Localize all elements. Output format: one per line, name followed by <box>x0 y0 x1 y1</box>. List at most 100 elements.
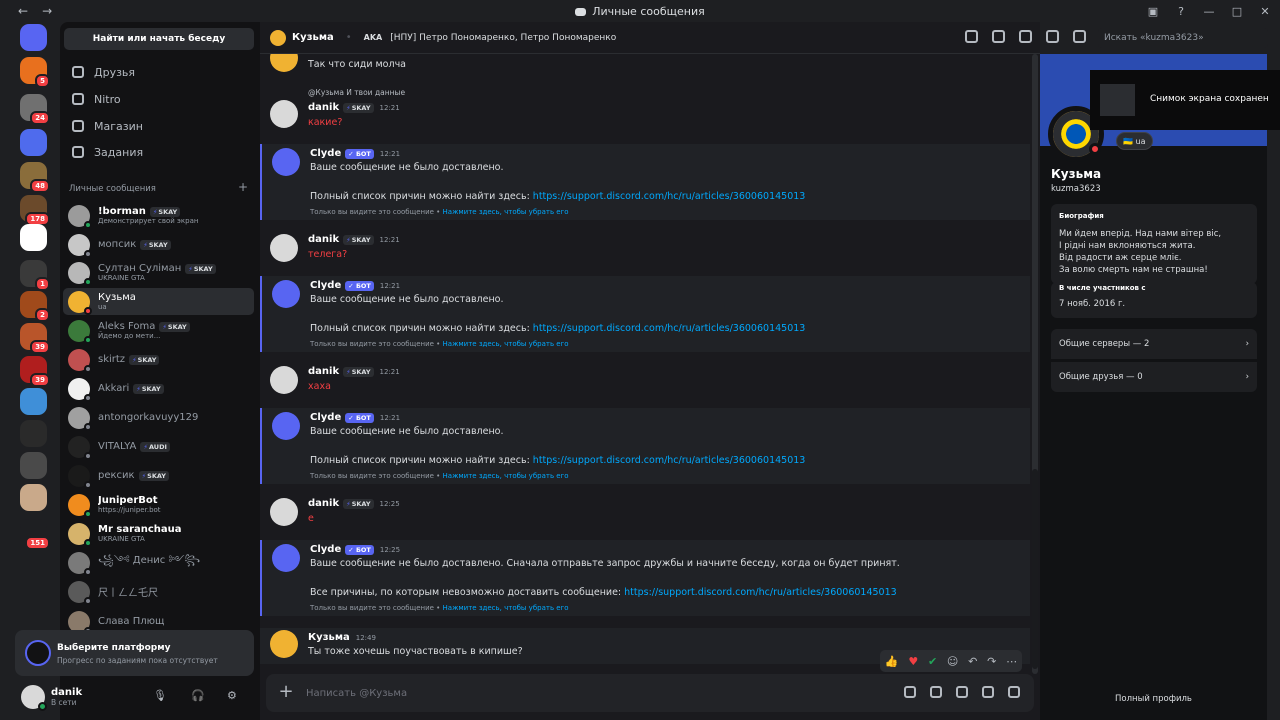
settings-gear-icon[interactable]: ⚙ <box>227 689 237 702</box>
apps-icon[interactable] <box>1008 686 1020 698</box>
dm-item[interactable]: AkkariSKAY <box>63 375 254 402</box>
microphone-icon[interactable]: 🎙 <box>153 689 167 702</box>
dm-item[interactable]: Кузьма ua <box>63 288 254 315</box>
nav-nitro[interactable]: Nitro <box>68 87 254 111</box>
dm-item[interactable]: VITALYAAUDI <box>63 433 254 460</box>
dismiss-link[interactable]: Нажмите здесь, чтобы убрать его <box>443 604 569 612</box>
forward-arrow-icon[interactable]: → <box>42 4 52 18</box>
avatar[interactable] <box>270 498 298 526</box>
message-author[interactable]: Clyde <box>310 148 341 159</box>
message-author[interactable]: Clyde <box>310 544 341 555</box>
dismiss-link[interactable]: Нажмите здесь, чтобы убрать его <box>443 340 569 348</box>
dm-item[interactable]: skirtzSKAY <box>63 346 254 373</box>
dm-item[interactable]: Aleks FomaSKAYЙдемо до мети... <box>63 317 254 344</box>
add-reaction-icon[interactable]: ☺ <box>947 655 958 668</box>
find-conversation-button[interactable]: Найти или начать беседу <box>64 28 254 50</box>
server-icon[interactable]: 2 <box>20 291 50 322</box>
mutual-friends-row[interactable]: Общие друзья — 0 › <box>1051 362 1257 392</box>
avatar[interactable] <box>272 412 300 440</box>
headphones-icon[interactable]: 🎧 <box>191 689 205 702</box>
message-author[interactable]: danik <box>308 498 339 509</box>
server-icon[interactable]: 5 <box>20 57 50 88</box>
add-friends-icon[interactable] <box>1046 30 1059 43</box>
server-icon[interactable]: 48 <box>20 162 50 193</box>
message-author[interactable]: Clyde <box>310 280 341 291</box>
emoji-icon[interactable] <box>982 686 994 698</box>
pinned-messages-icon[interactable] <box>1019 30 1032 43</box>
server-icon[interactable] <box>20 452 47 479</box>
nav-shop[interactable]: Магазин <box>68 114 254 138</box>
quest-card[interactable]: Выберите платформу Прогресс по заданиям … <box>15 630 254 676</box>
support-link[interactable]: https://support.discord.com/hc/ru/articl… <box>533 191 806 202</box>
dm-item[interactable]: ꧁༺ Денис ༻꧂ <box>63 549 254 576</box>
message-author[interactable]: danik <box>308 366 339 377</box>
inbox-icon[interactable]: ▣ <box>1144 2 1162 20</box>
create-dm-icon[interactable]: + <box>238 180 248 194</box>
more-options-icon[interactable]: ⋯ <box>1006 655 1017 668</box>
dismiss-link[interactable]: Нажмите здесь, чтобы убрать его <box>443 208 569 216</box>
reply-icon[interactable]: ↶ <box>968 655 977 668</box>
mutual-servers-row[interactable]: Общие серверы — 2 › <box>1051 329 1257 359</box>
server-icon[interactable] <box>20 420 47 447</box>
scrollbar-thumb[interactable] <box>1032 469 1038 669</box>
server-icon[interactable]: 39 <box>20 356 50 387</box>
search-input[interactable]: Искать «kuzma3623» <box>1098 28 1268 48</box>
support-link[interactable]: https://support.discord.com/hc/ru/articl… <box>533 323 806 334</box>
minimize-button[interactable]: — <box>1200 2 1218 20</box>
avatar[interactable] <box>270 366 298 394</box>
server-icon[interactable]: 24 <box>20 94 50 125</box>
dm-item[interactable]: мопсикSKAY <box>63 231 254 258</box>
dm-item[interactable]: рексикSKAY <box>63 462 254 489</box>
avatar[interactable] <box>270 54 298 72</box>
help-icon[interactable]: ? <box>1172 2 1190 20</box>
support-link[interactable]: https://support.discord.com/hc/ru/articl… <box>533 455 806 466</box>
nav-friends[interactable]: Друзья <box>68 60 254 84</box>
message-author[interactable]: danik <box>308 234 339 245</box>
server-icon[interactable] <box>20 388 47 415</box>
user-profile-icon[interactable] <box>1073 30 1086 43</box>
avatar[interactable] <box>272 280 300 308</box>
upload-plus-icon[interactable]: + <box>276 682 296 702</box>
message-author[interactable]: danik <box>308 102 339 113</box>
nav-quests[interactable]: Задания <box>68 140 254 164</box>
video-call-icon[interactable] <box>992 30 1005 43</box>
message-input[interactable] <box>306 680 846 706</box>
voice-call-icon[interactable] <box>965 30 978 43</box>
server-icon[interactable] <box>20 129 47 156</box>
message-author[interactable]: Кузьма <box>308 632 350 643</box>
thumbs-up-icon[interactable]: 👍 <box>885 655 899 668</box>
check-mark-icon[interactable]: ✔ <box>928 655 937 668</box>
scrollbar[interactable] <box>1032 54 1038 674</box>
avatar[interactable] <box>270 630 298 658</box>
sticker-icon[interactable] <box>956 686 968 698</box>
server-icon[interactable]: 151 <box>20 519 50 550</box>
full-profile-link[interactable]: Полный профиль <box>1040 694 1267 704</box>
dm-item[interactable]: antongorkavuyy129 <box>63 404 254 431</box>
gift-icon[interactable] <box>904 686 916 698</box>
gif-icon[interactable] <box>930 686 942 698</box>
dm-item[interactable]: Султан СуліманSKAY UKRAINE GTA <box>63 259 254 286</box>
dm-item[interactable]: Mr saranchaua UKRAINE GTA <box>63 520 254 547</box>
dismiss-link[interactable]: Нажмите здесь, чтобы убрать его <box>443 472 569 480</box>
avatar[interactable] <box>21 685 47 711</box>
heart-icon[interactable]: ♥ <box>908 655 918 668</box>
back-arrow-icon[interactable]: ← <box>18 4 28 18</box>
message-author[interactable]: Clyde <box>310 412 341 423</box>
server-icon[interactable]: 39 <box>20 323 50 354</box>
forward-icon[interactable]: ↷ <box>987 655 996 668</box>
avatar[interactable] <box>272 544 300 572</box>
avatar[interactable] <box>272 148 300 176</box>
server-icon[interactable]: 178 <box>20 195 50 226</box>
dm-item[interactable]: JuniperBot https://juniper.bot <box>63 491 254 518</box>
avatar[interactable] <box>270 100 298 128</box>
reply-preview[interactable]: @Кузьма И твои данные <box>308 88 405 97</box>
dm-item[interactable]: !bormanSKAYДемонстрирует свой экран <box>63 202 254 229</box>
close-button[interactable]: ✕ <box>1256 2 1274 20</box>
support-link[interactable]: https://support.discord.com/hc/ru/articl… <box>624 587 897 598</box>
avatar[interactable] <box>270 234 298 262</box>
server-icon[interactable] <box>20 224 47 251</box>
server-icon[interactable] <box>20 484 47 511</box>
dm-item[interactable]: 尺丨ㄥㄥ乇尺 <box>63 578 254 605</box>
server-icon[interactable]: 1 <box>20 260 50 291</box>
maximize-button[interactable]: □ <box>1228 2 1246 20</box>
